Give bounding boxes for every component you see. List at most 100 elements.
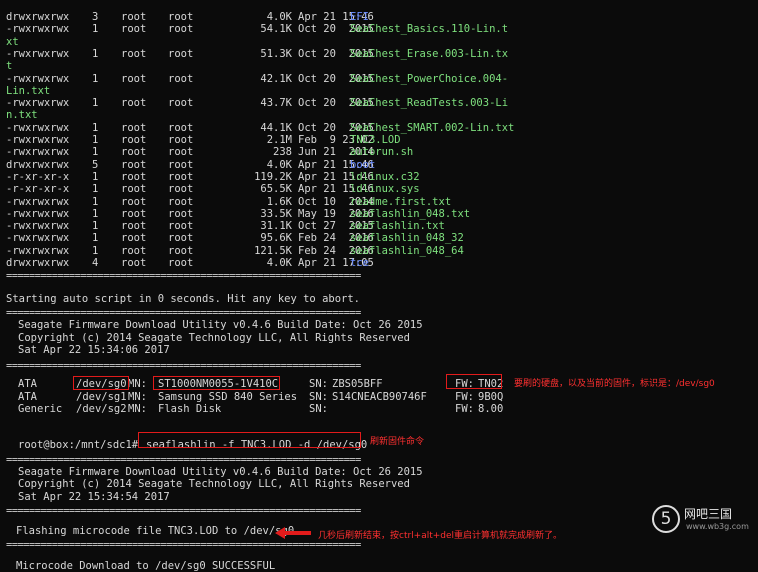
listing-permissions: -rwxrwxrwx (6, 207, 70, 220)
listing-permissions: -r-xr-xr-x (6, 183, 70, 196)
result-line: Microcode Download to /dev/sg0 SUCCESSFU… (6, 560, 516, 572)
listing-size: 51.3K (260, 47, 292, 60)
model-highlight-box (153, 376, 280, 390)
listing-links: 1 (92, 97, 99, 110)
listing-filename-wrap: t (6, 60, 13, 73)
listing-links: 1 (92, 121, 99, 134)
separator-line: ========================================… (6, 504, 361, 517)
listing-permissions: -rwxrwxrwx (6, 232, 70, 245)
listing-filename: SeaChest_Erase.003-Lin.tx (350, 47, 509, 60)
listing-permissions: -rwxrwxrwx (6, 23, 70, 36)
listing-links: 4 (92, 257, 99, 269)
separator-line: ========================================… (6, 360, 361, 373)
listing-owner: root (121, 97, 147, 110)
watermark-title: 网吧三国 (684, 507, 733, 521)
separator: ========================================… (6, 307, 516, 319)
listing-size: 33.5K (260, 207, 292, 220)
listing-filename: seaflashlin_048.txt (350, 207, 471, 220)
listing-permissions: -rwxrwxrwx (6, 195, 70, 208)
listing-permissions: -rwxrwxrwx (6, 121, 70, 134)
banner-line: Sat Apr 22 15:34:06 2017 (6, 344, 516, 356)
listing-group: root (168, 220, 194, 233)
device-path: /dev/sg1 (76, 390, 127, 403)
listing-links: 3 (92, 11, 99, 23)
listing-owner: root (121, 232, 147, 245)
listing-row: -r-xr-xr-x 1 root root 65.5K Apr 21 15:46 ldli… (6, 183, 516, 195)
device-serial: ZBS05BFF (332, 378, 383, 391)
banner-line: Sat Apr 22 15:34:54 2017 (6, 491, 516, 503)
listing-filename: SeaChest_SMART.002-Lin.txt (350, 121, 515, 134)
separator: ========================================… (6, 360, 516, 372)
listing-owner: root (121, 11, 147, 23)
listing-size: 95.6K (260, 232, 292, 245)
listing-filename-wrap: n.txt (6, 109, 38, 122)
listing-group: root (168, 134, 194, 146)
banner-text: Seagate Firmware Download Utility v0.4.6… (18, 465, 423, 478)
banner-line: Copyright (c) 2014 Seagate Technology LL… (6, 478, 516, 490)
device-model: Samsung SSD 840 Series (158, 390, 298, 403)
listing-group: root (168, 23, 194, 36)
listing-filename: ldlinux.c32 (350, 170, 420, 183)
listing-row: -rwxrwxrwx 1 root root 33.5K May 19 2016 seafl… (6, 208, 516, 220)
listing-owner: root (121, 134, 147, 146)
device-sn-label: SN: (309, 390, 328, 403)
listing-row-wrap: t (6, 60, 516, 72)
listing-row: -rwxrwxrwx 1 root root 2.1M Feb 9 23:02 TNC3.L… (6, 134, 516, 146)
banner-text: Copyright (c) 2014 Seagate Technology LL… (18, 478, 410, 491)
separator: ========================================… (6, 270, 516, 282)
banner-line: Copyright (c) 2014 Seagate Technology LL… (6, 332, 516, 344)
banner-text: Seagate Firmware Download Utility v0.4.6… (18, 319, 423, 332)
listing-links: 1 (92, 72, 99, 85)
listing-owner: root (121, 72, 147, 85)
listing-row: -rwxrwxrwx 1 root root 42.1K Oct 20 2015 SeaCh… (6, 73, 516, 85)
listing-filename: tce (350, 257, 369, 269)
device-highlight-box (73, 376, 129, 390)
listing-owner: root (121, 183, 147, 196)
device-serial: S14CNEACB90746F (332, 390, 427, 403)
listing-row: drwxrwxrwx 3 root root 4.0K Apr 21 15:46 EFI (6, 11, 516, 23)
device-row: Generic/dev/sg2 MN: Flash Disk SN: FW: 8.00 (6, 403, 516, 415)
listing-size: 31.1K (260, 220, 292, 233)
device-firmware: 8.00 (478, 403, 504, 415)
listing-filename: ldlinux.sys (350, 183, 420, 196)
listing-group: root (168, 232, 194, 245)
listing-group: root (168, 257, 194, 269)
listing-links: 1 (92, 232, 99, 245)
listing-links: 1 (92, 183, 99, 196)
listing-filename: SeaChest_Basics.110-Lin.t (350, 23, 509, 36)
watermark-logo: 5 网吧三国 www.wb3g.com (652, 503, 752, 537)
listing-owner: root (121, 146, 147, 159)
listing-links: 1 (92, 146, 99, 159)
device-firmware: 9B0Q (478, 390, 504, 403)
listing-permissions: -rwxrwxrwx (6, 72, 70, 85)
listing-group: root (168, 47, 194, 60)
firmware-highlight-box (446, 374, 502, 389)
separator: ========================================… (6, 539, 516, 551)
listing-size: 42.1K (260, 72, 292, 85)
listing-row: -rwxrwxrwx 1 root root 43.7K Oct 20 2015 SeaCh… (6, 97, 516, 109)
arrow-left-icon (275, 527, 311, 539)
separator-line: ========================================… (6, 453, 361, 466)
listing-links: 1 (92, 244, 99, 257)
listing-size: 54.1K (260, 23, 292, 36)
device-fw-label: FW: (455, 403, 474, 415)
listing-group: root (168, 97, 194, 110)
listing-row: -rwxrwxrwx 1 root root 121.5K Feb 24 2016 seaf… (6, 245, 516, 257)
auto-script-text: Starting auto script in 0 seconds. Hit a… (6, 292, 361, 305)
listing-group: root (168, 207, 194, 220)
listing-links: 1 (92, 220, 99, 233)
listing-size: 4.0K (266, 158, 292, 171)
listing-permissions: -rwxrwxrwx (6, 244, 70, 257)
banner-text: Sat Apr 22 15:34:06 2017 (18, 343, 170, 356)
listing-size: 119.2K (254, 170, 292, 183)
listing-size: 2.1M (266, 134, 292, 146)
listing-links: 1 (92, 47, 99, 60)
device-type: Generic (18, 403, 63, 415)
listing-row-wrap: Lin.txt (6, 85, 516, 97)
listing-row-wrap: xt (6, 36, 516, 48)
listing-group: root (168, 170, 194, 183)
listing-links: 1 (92, 207, 99, 220)
listing-owner: root (121, 220, 147, 233)
listing-group: root (168, 72, 194, 85)
separator-line: ========================================… (6, 270, 361, 283)
